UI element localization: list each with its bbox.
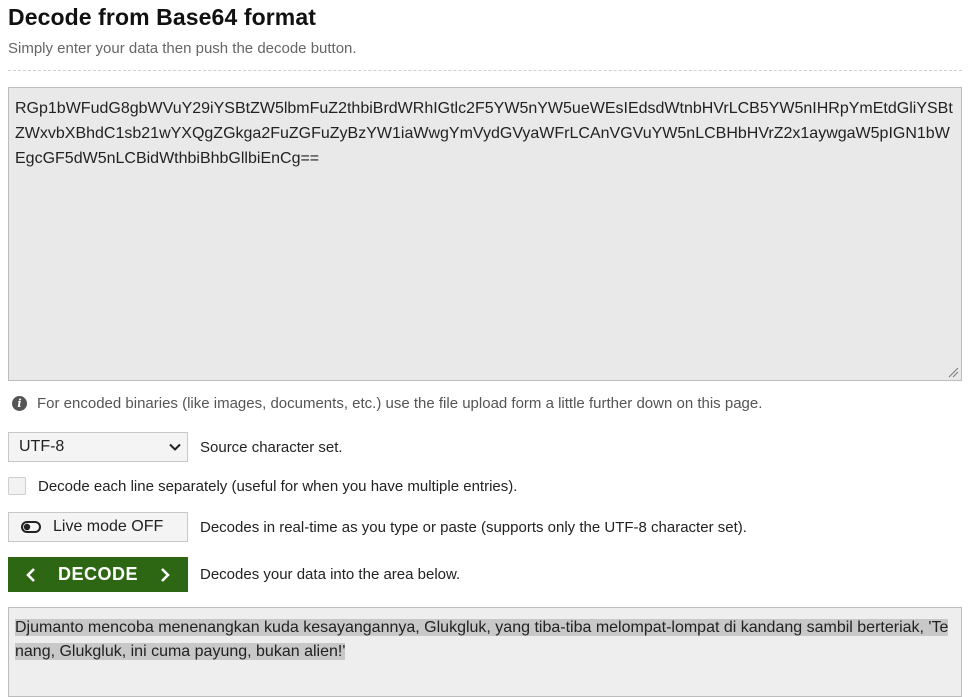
decode-button[interactable]: DECODE [8,557,188,592]
base64-input[interactable]: RGp1bWFudG8gbWVuY29iYSBtZW5lbmFuZ2thbiBr… [8,87,962,381]
decode-description: Decodes your data into the area below. [200,566,461,583]
divider [8,70,962,71]
line-option-row: Decode each line separately (useful for … [8,477,517,495]
charset-select[interactable]: UTF-8 [8,432,188,462]
live-mode-description: Decodes in real-time as you type or past… [200,518,747,536]
toggle-off-icon [21,521,41,533]
decode-lines-checkbox[interactable] [8,477,26,495]
charset-selected-value: UTF-8 [19,438,65,455]
chevron-right-icon [161,567,170,582]
decode-button-label: DECODE [57,564,138,584]
binary-upload-note: i For encoded binaries (like images, doc… [12,395,762,412]
live-mode-label: Live mode OFF [53,518,164,535]
info-icon: i [12,396,27,411]
charset-label: Source character set. [200,438,343,456]
note-text: For encoded binaries (like images, docum… [37,395,763,412]
resize-grip-icon[interactable] [947,366,959,378]
decode-row: DECODE Decodes your data into the area b… [8,557,460,592]
live-mode-row: Live mode OFF Decodes in real-time as yo… [8,512,747,542]
decoded-output[interactable]: Djumanto mencoba menenangkan kuda kesaya… [8,607,962,697]
charset-row: UTF-8 Source character set. [8,432,343,462]
chevron-left-icon [26,567,35,582]
page-subtitle: Simply enter your data then push the dec… [8,40,357,57]
chevron-down-icon [169,443,181,451]
base64-input-text: RGp1bWFudG8gbWVuY29iYSBtZW5lbmFuZ2thbiBr… [15,100,953,167]
decode-lines-label[interactable]: Decode each line separately (useful for … [38,478,517,495]
page-title: Decode from Base64 format [8,4,316,30]
decoded-output-text: Djumanto mencoba menenangkan kuda kesaya… [15,619,949,660]
live-mode-button[interactable]: Live mode OFF [8,512,188,542]
